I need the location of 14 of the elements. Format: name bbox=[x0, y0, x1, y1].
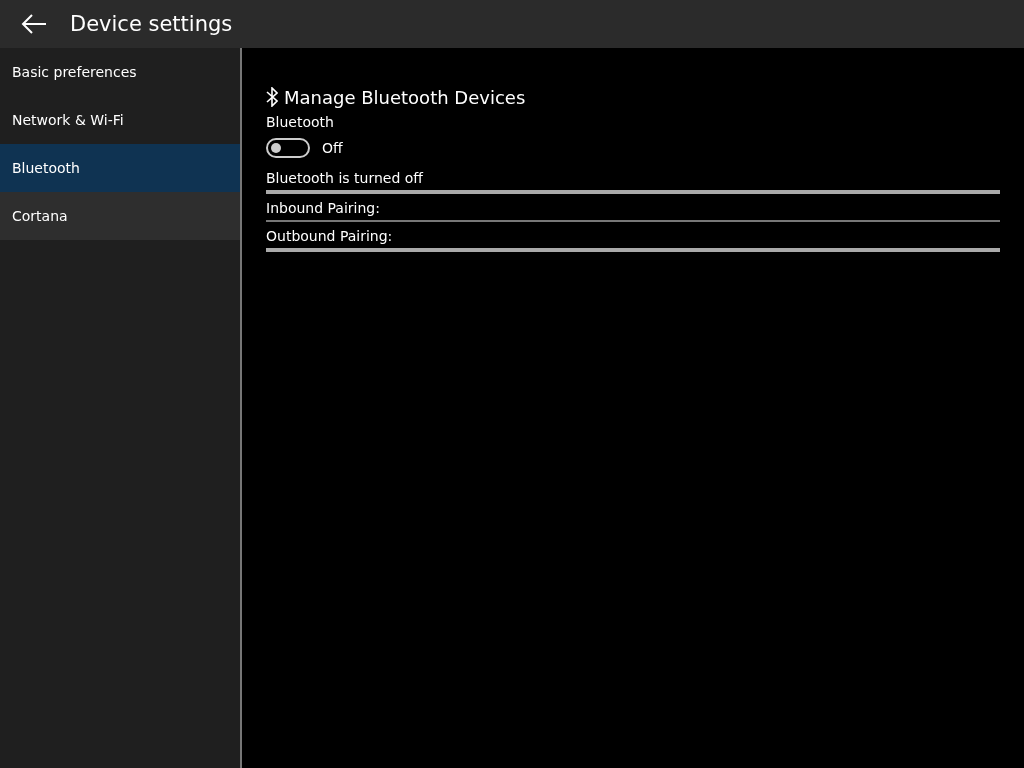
sidebar-item[interactable]: Bluetooth bbox=[0, 144, 240, 192]
field-label: Outbound Pairing: bbox=[266, 228, 393, 244]
toggle-label: Bluetooth bbox=[266, 114, 335, 130]
page-title: Device settings bbox=[70, 12, 233, 36]
back-arrow-icon bbox=[21, 13, 47, 35]
sidebar-item[interactable]: Cortana bbox=[0, 192, 240, 240]
bluetooth-toggle[interactable] bbox=[266, 138, 310, 158]
field-label: Inbound Pairing: bbox=[266, 200, 380, 216]
toggle-state: Off bbox=[322, 140, 343, 156]
status-text: Bluetooth is turned off bbox=[266, 170, 423, 186]
sidebar-item[interactable]: Basic preferences bbox=[0, 48, 240, 96]
bluetooth-icon bbox=[266, 87, 278, 107]
sidebar-item[interactable]: Network & Wi-Fi bbox=[0, 96, 240, 144]
section-title: Manage Bluetooth Devices bbox=[284, 86, 526, 108]
